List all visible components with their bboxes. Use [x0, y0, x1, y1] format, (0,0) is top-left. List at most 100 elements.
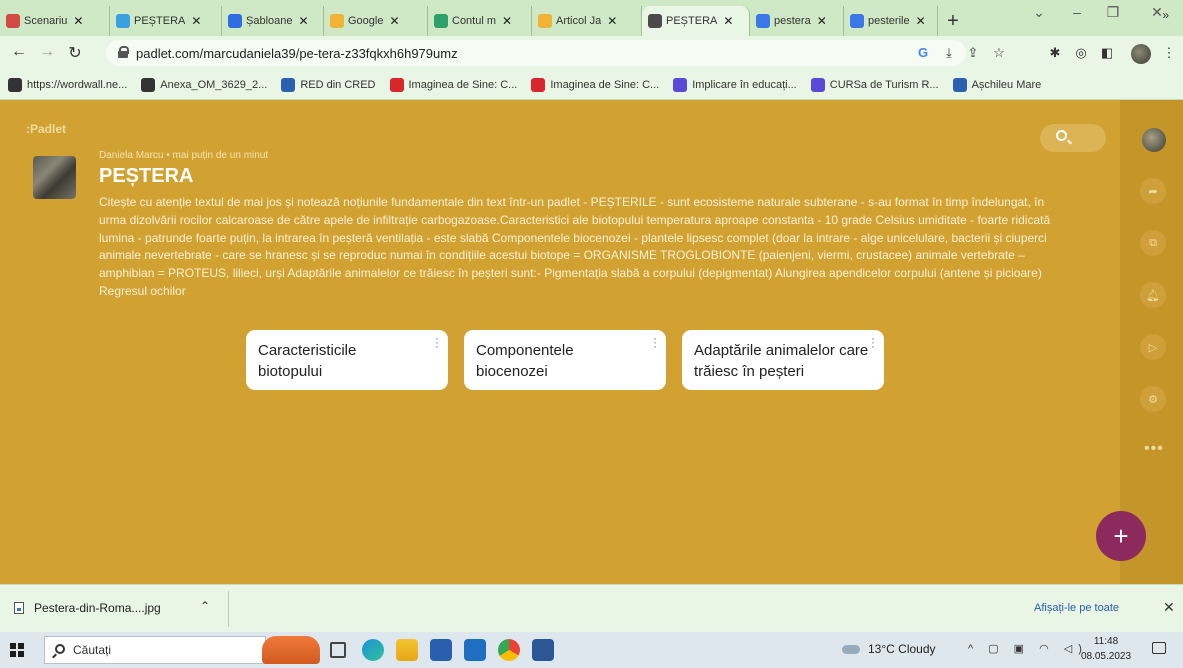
clock-date: 08.05.2023	[1080, 651, 1132, 662]
windows-start-icon[interactable]	[10, 643, 24, 657]
settings-button[interactable]: ⚙	[1140, 386, 1166, 412]
profile-avatar[interactable]	[1131, 44, 1151, 64]
search-icon	[55, 644, 65, 654]
back-button[interactable]: ←	[6, 43, 32, 61]
clock-time: 11:48	[1093, 636, 1119, 647]
download-file-name: Pestera-din-Roma....jpg	[34, 601, 161, 615]
bookmark-item[interactable]: RED din CRED	[281, 77, 376, 92]
tab-close-icon[interactable]: ✕	[723, 14, 733, 28]
tab-label: Google	[348, 15, 384, 27]
bookmark-item[interactable]: Imaginea de Sine: C...	[531, 77, 659, 92]
tab-label: PEȘTERA	[666, 15, 718, 27]
minimize-button[interactable]: –	[1060, 4, 1094, 20]
install-app-icon[interactable]: ⤓	[938, 45, 960, 61]
browser-tab[interactable]: Șabloane ✕	[222, 6, 324, 36]
timestamp: mai puțin de un minut	[172, 150, 269, 161]
google-lens-icon[interactable]: G	[912, 45, 934, 60]
url-text: padlet.com/marcudaniela39/pe-tera-z33fqk…	[136, 45, 458, 61]
search-highlight-icon[interactable]	[262, 636, 320, 664]
tab-close-icon[interactable]: ✕	[607, 14, 617, 28]
bookmark-favicon-icon	[389, 77, 404, 92]
post-card[interactable]: Caracteristicile biotopului · · ·	[246, 330, 448, 390]
browser-tab[interactable]: Contul m ✕	[428, 6, 532, 36]
close-download-bar-button[interactable]: ✕	[1163, 599, 1175, 616]
bookmark-item[interactable]: https://wordwall.ne...	[8, 77, 128, 92]
tab-favicon-icon	[648, 14, 662, 28]
padlet-logo[interactable]: :Padlet	[26, 122, 66, 136]
post-title: Componentele biocenozei	[476, 342, 574, 380]
store-icon[interactable]	[430, 639, 452, 661]
tab-close-icon[interactable]: ✕	[191, 14, 201, 28]
tab-close-icon[interactable]: ✕	[502, 14, 512, 28]
system-tray[interactable]: ^ ▢ ▣ ◠ ◁)	[968, 642, 1088, 655]
show-all-downloads-link[interactable]: Afișați-le pe toate	[1034, 602, 1119, 614]
browser-tab[interactable]: PEȘTERA ✕	[642, 6, 750, 36]
bookmark-item[interactable]: Așchileu Mare	[952, 77, 1041, 92]
author-name: Daniela Marcu	[99, 150, 164, 161]
browser-tab[interactable]: Scenariu ✕	[0, 6, 110, 36]
tab-strip: Scenariu ✕ PEȘTERA ✕ Șabloane ✕ Google ✕ Contul …	[0, 0, 1183, 36]
post-card[interactable]: Componentele biocenozei · · ·	[464, 330, 666, 390]
share-button[interactable]: ➦	[1140, 178, 1166, 204]
browser-tab[interactable]: pestera ✕	[750, 6, 844, 36]
notification-center-icon[interactable]	[1152, 642, 1166, 654]
notifications-button[interactable]: 🔔︎	[1140, 282, 1166, 308]
tab-label: Articol Ja	[556, 15, 602, 27]
add-post-button[interactable]: +	[1096, 511, 1146, 561]
tab-close-icon[interactable]: ✕	[817, 14, 827, 28]
download-item[interactable]: Pestera-din-Roma....jpg	[14, 601, 161, 615]
tab-label: Contul m	[452, 15, 497, 27]
post-menu-icon[interactable]: · · ·	[652, 332, 658, 352]
browser-tab[interactable]: Google ✕	[324, 6, 428, 36]
chrome-icon[interactable]	[498, 639, 520, 661]
bookmark-star-icon[interactable]: ☆	[988, 45, 1010, 61]
new-tab-button[interactable]: +	[938, 6, 968, 36]
task-view-icon[interactable]	[330, 642, 346, 658]
remake-button[interactable]: ⧉	[1140, 230, 1166, 256]
browser-tab[interactable]: Articol Ja ✕	[532, 6, 642, 36]
extension-icon[interactable]: ◎	[1070, 45, 1092, 61]
bookmark-favicon-icon	[141, 77, 156, 92]
address-bar[interactable]: padlet.com/marcudaniela39/pe-tera-z33fqk…	[106, 40, 966, 66]
tab-close-icon[interactable]: ✕	[73, 14, 83, 28]
forward-button[interactable]: →	[34, 43, 60, 61]
file-explorer-icon[interactable]	[396, 639, 418, 661]
mail-icon[interactable]	[464, 639, 486, 661]
slideshow-button[interactable]: ▷	[1140, 334, 1166, 360]
clock[interactable]: 11:48 08.05.2023	[1078, 634, 1134, 664]
edge-icon[interactable]	[362, 639, 384, 661]
post-menu-icon[interactable]: · · ·	[870, 332, 876, 352]
tab-favicon-icon	[850, 14, 864, 28]
browser-tab[interactable]: PEȘTERA ✕	[110, 6, 222, 36]
tab-favicon-icon	[116, 14, 130, 28]
bookmark-item[interactable]: CURSa de Turism R...	[810, 77, 939, 92]
weather-widget[interactable]: 13°C Cloudy	[842, 642, 936, 656]
bookmarks-overflow-icon[interactable]: »	[1162, 8, 1169, 22]
download-options-chevron-icon[interactable]: ⌃	[200, 599, 210, 613]
bookmark-item[interactable]: Anexa_OM_3629_2...	[141, 77, 267, 92]
more-actions-button[interactable]: •••	[1144, 440, 1164, 458]
board-search-button[interactable]	[1040, 124, 1106, 152]
bookmark-label: https://wordwall.ne...	[27, 78, 128, 91]
tab-close-icon[interactable]: ✕	[916, 14, 926, 28]
post-card[interactable]: Adaptările animalelor care trăiesc în pe…	[682, 330, 884, 390]
sidebar-icon[interactable]: ◧	[1096, 45, 1118, 61]
board-description: Citește cu atenție textul de mai jos și …	[99, 195, 1051, 298]
user-avatar[interactable]	[1142, 128, 1166, 152]
maximize-button[interactable]: ❐	[1096, 4, 1130, 21]
bookmark-item[interactable]: Implicare în educați...	[673, 77, 797, 92]
browser-menu-icon[interactable]: ⋮	[1158, 45, 1180, 61]
post-title: Adaptările animalelor care trăiesc în pe…	[694, 342, 869, 380]
browser-tab[interactable]: pesterile ✕	[844, 6, 938, 36]
tab-close-icon[interactable]: ✕	[299, 14, 309, 28]
reload-button[interactable]: ↻	[62, 43, 88, 63]
tab-close-icon[interactable]: ✕	[389, 14, 399, 28]
taskbar-search-input[interactable]: Căutați	[44, 636, 266, 664]
tab-search-chevron-icon[interactable]: ⌄	[1022, 4, 1056, 21]
browser-toolbar: ← → ↻ padlet.com/marcudaniela39/pe-tera-…	[0, 36, 1183, 70]
post-menu-icon[interactable]: · · ·	[434, 332, 440, 352]
bookmark-item[interactable]: Imaginea de Sine: C...	[389, 77, 517, 92]
share-icon[interactable]: ⇪	[962, 45, 984, 61]
word-icon[interactable]	[532, 639, 554, 661]
extensions-icon[interactable]: ✱	[1044, 45, 1066, 61]
